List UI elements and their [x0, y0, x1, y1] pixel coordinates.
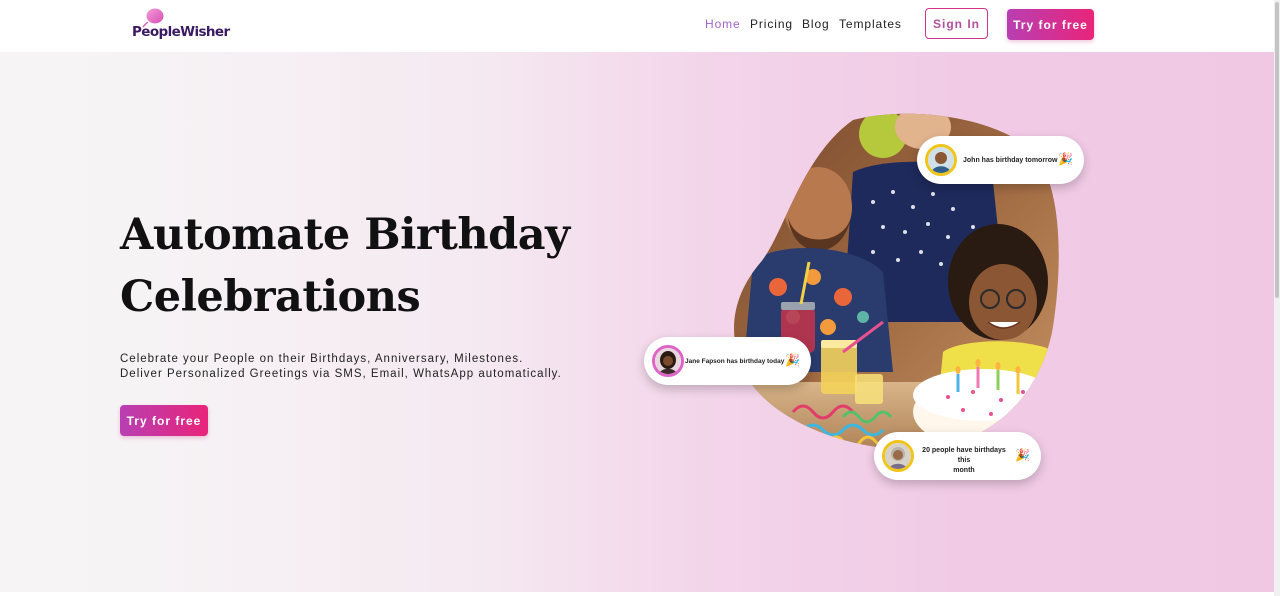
avatar — [925, 144, 957, 176]
nav-link-templates[interactable]: Templates — [839, 17, 902, 31]
hero-subtitle: Celebrate your People on their Birthdays… — [120, 352, 562, 382]
scrollbar-thumb[interactable] — [1275, 2, 1279, 298]
nav-link-pricing[interactable]: Pricing — [750, 17, 793, 31]
hero-subtitle-line-2: Deliver Personalized Greetings via SMS, … — [120, 368, 562, 380]
nav-link-home[interactable]: Home — [705, 17, 741, 31]
party-popper-icon: 🎉 — [1015, 448, 1030, 462]
hero-title-line-1: Automate Birthday — [120, 210, 570, 260]
hero-title-line-2: Celebrations — [120, 272, 421, 322]
nav-link-blog[interactable]: Blog — [802, 17, 830, 31]
avatar-photo — [655, 348, 681, 374]
party-popper-icon: 🎉 — [1058, 152, 1073, 166]
brand-logo[interactable]: PeopleWisher — [132, 7, 230, 45]
notification-text-line-1: 20 people have birthdays this — [922, 447, 1006, 464]
avatar — [652, 345, 684, 377]
avatar-photo — [928, 147, 954, 173]
page: PeopleWisher Home Pricing Blog Templates… — [0, 0, 1280, 596]
party-popper-icon: 🎉 — [785, 353, 800, 367]
notification-text: Jane Fapson has birthday today — [685, 358, 785, 365]
brand-name: PeopleWisher — [132, 24, 230, 40]
avatar-photo — [885, 443, 911, 469]
notification-card-jane: Jane Fapson has birthday today 🎉 — [644, 337, 811, 385]
avatar — [882, 440, 914, 472]
try-for-free-hero-button[interactable]: Try for free — [120, 405, 208, 436]
top-navbar: PeopleWisher Home Pricing Blog Templates… — [0, 0, 1274, 52]
notification-text: John has birthday tomorrow — [963, 157, 1058, 164]
sign-in-button[interactable]: Sign In — [925, 8, 988, 39]
section-divider — [0, 592, 1274, 596]
notification-text: 20 people have birthdays this month — [919, 446, 1009, 476]
hero-section: Automate Birthday Celebrations Celebrate… — [0, 52, 1274, 592]
notification-card-john: John has birthday tomorrow 🎉 — [917, 136, 1084, 184]
notification-text-line-2: month — [953, 467, 975, 474]
try-for-free-nav-button[interactable]: Try for free — [1007, 9, 1094, 40]
hero-title: Automate Birthday Celebrations — [120, 204, 580, 328]
hero-subtitle-line-1: Celebrate your People on their Birthdays… — [120, 353, 524, 365]
notification-card-monthly: 20 people have birthdays this month 🎉 — [874, 432, 1041, 480]
